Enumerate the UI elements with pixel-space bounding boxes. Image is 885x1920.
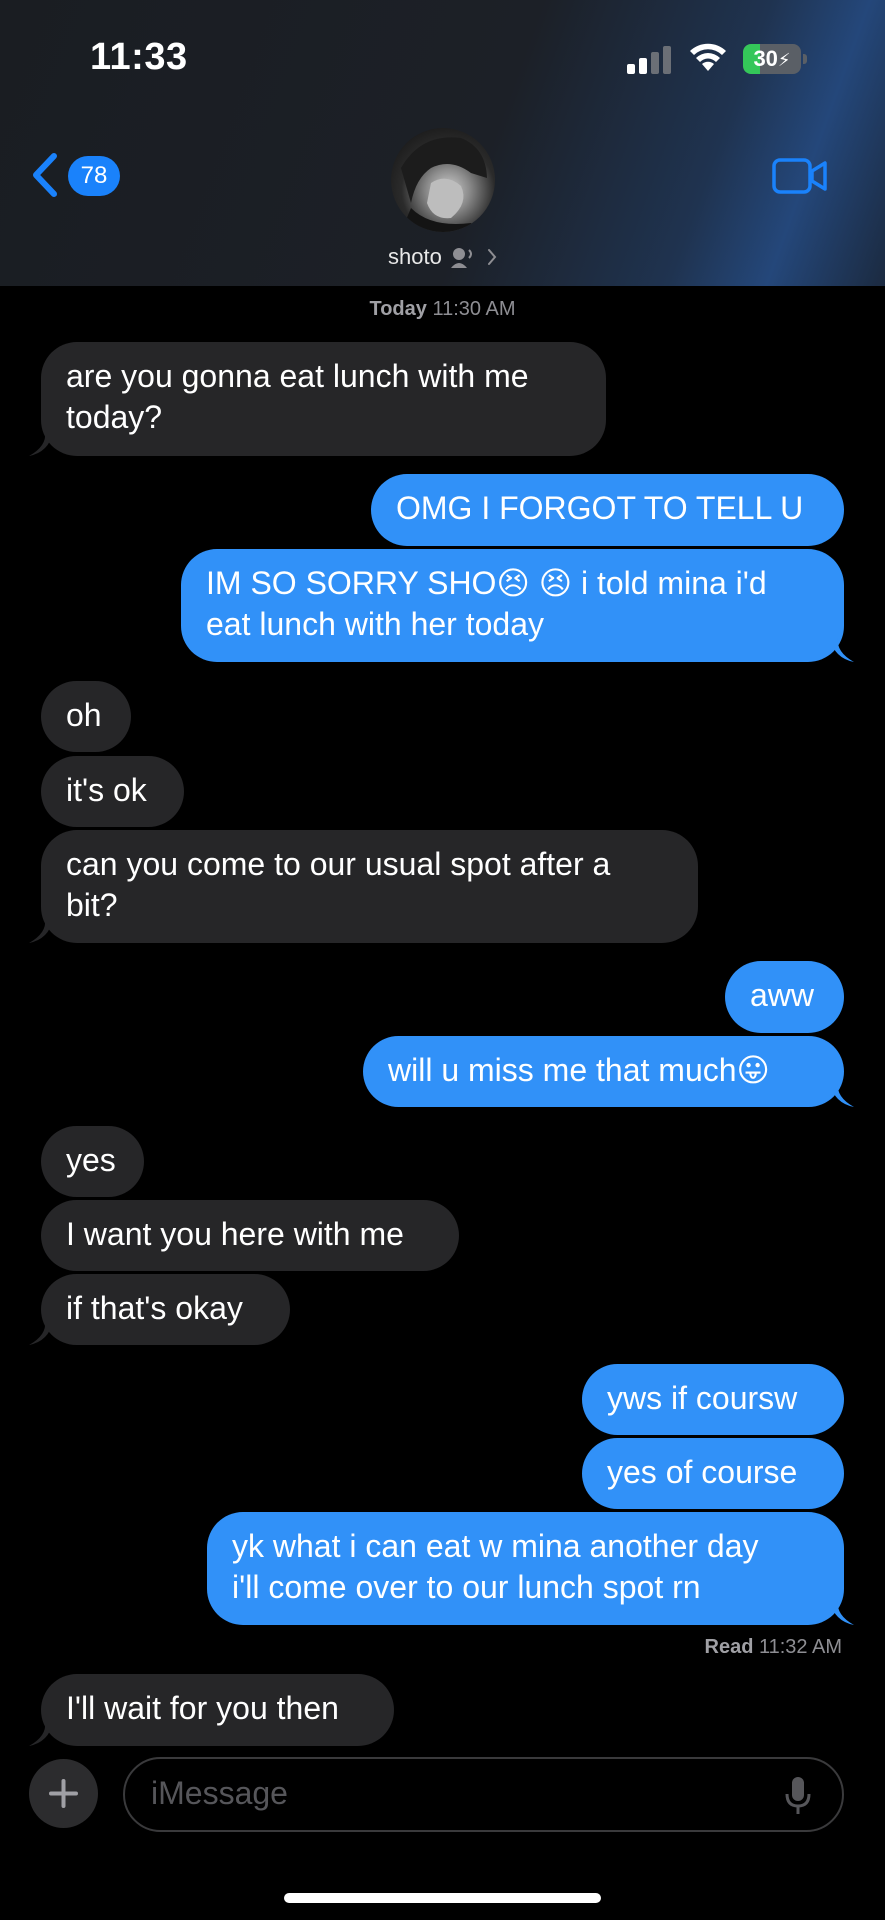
battery-indicator: 30⚡︎ bbox=[743, 44, 807, 74]
microphone-icon[interactable] bbox=[785, 1776, 811, 1816]
incoming-message[interactable]: oh bbox=[41, 681, 131, 752]
chevron-right-icon[interactable] bbox=[486, 248, 498, 266]
plus-icon bbox=[49, 1779, 78, 1808]
read-receipt: Read 11:32 AM bbox=[704, 1636, 843, 1658]
wifi-icon bbox=[690, 43, 726, 71]
incoming-message[interactable]: are you gonna eat lunch with me today? bbox=[41, 342, 606, 456]
outgoing-message[interactable]: yes of course bbox=[582, 1438, 844, 1509]
outgoing-message[interactable]: yk what i can eat w mina another day i'l… bbox=[207, 1512, 844, 1625]
add-attachment-button[interactable] bbox=[29, 1759, 98, 1828]
video-camera-icon[interactable] bbox=[772, 158, 828, 194]
charging-bolt-icon: ⚡︎ bbox=[777, 50, 791, 70]
outgoing-message[interactable]: IM SO SORRY SHO😣 😣 i told mina i'd eat l… bbox=[181, 549, 844, 662]
conversation-header: 11:33 30⚡︎ 78 shoto bbox=[0, 0, 885, 286]
incoming-message[interactable]: if that's okay bbox=[41, 1274, 290, 1345]
incoming-message[interactable]: I'll wait for you then bbox=[41, 1674, 394, 1746]
battery-percent: 30 bbox=[753, 46, 778, 71]
message-placeholder: iMessage bbox=[151, 1775, 288, 1811]
outgoing-message[interactable]: yws if coursw bbox=[582, 1364, 844, 1435]
bubble-tail bbox=[29, 1722, 53, 1746]
incoming-message[interactable]: I want you here with me bbox=[41, 1200, 459, 1271]
bubble-tail bbox=[29, 1321, 53, 1345]
conversation-timestamp: Today 11:30 AM bbox=[369, 298, 516, 320]
bubble-tail bbox=[830, 1083, 854, 1107]
contact-avatar[interactable] bbox=[391, 128, 495, 232]
outgoing-message[interactable]: aww bbox=[725, 961, 844, 1033]
incoming-message[interactable]: it's ok bbox=[41, 756, 184, 827]
bubble-tail bbox=[830, 638, 854, 662]
status-time: 11:33 bbox=[90, 36, 188, 78]
bubble-tail bbox=[29, 432, 53, 456]
outgoing-message[interactable]: will u miss me that much😛 bbox=[363, 1036, 844, 1107]
person-speaking-icon bbox=[451, 248, 472, 268]
unread-count-badge[interactable]: 78 bbox=[68, 156, 120, 196]
bubble-tail bbox=[29, 919, 53, 943]
cellular-signal-icon bbox=[627, 46, 671, 74]
incoming-message[interactable]: can you come to our usual spot after a b… bbox=[41, 830, 698, 943]
chevron-left-icon[interactable] bbox=[30, 152, 60, 198]
contact-name[interactable]: shoto bbox=[388, 244, 442, 270]
incoming-message[interactable]: yes bbox=[41, 1126, 144, 1197]
outgoing-message[interactable]: OMG I FORGOT TO TELL U bbox=[371, 474, 844, 546]
bubble-tail bbox=[830, 1601, 854, 1625]
home-indicator[interactable] bbox=[284, 1893, 601, 1903]
